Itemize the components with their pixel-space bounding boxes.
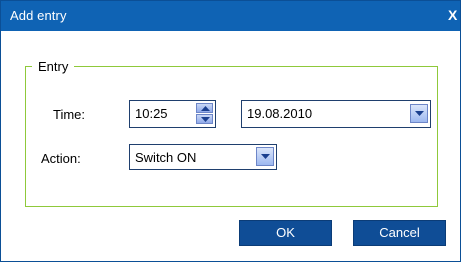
ok-button[interactable]: OK	[239, 220, 332, 246]
date-dropdown[interactable]: 19.08.2010	[241, 100, 431, 128]
spin-down-button[interactable]	[196, 114, 213, 124]
action-value[interactable]: Switch ON	[135, 150, 196, 165]
date-value[interactable]: 19.08.2010	[247, 106, 312, 121]
arrow-down-icon	[201, 117, 210, 122]
chevron-down-icon	[415, 111, 424, 116]
action-dropdown-button[interactable]	[256, 147, 274, 166]
close-icon[interactable]: X	[448, 6, 462, 24]
arrow-up-icon	[201, 106, 210, 111]
chevron-down-icon	[261, 154, 270, 159]
time-spinbox[interactable]: 10:25	[129, 100, 216, 128]
entry-group	[25, 66, 438, 207]
entry-group-legend: Entry	[32, 59, 75, 74]
dialog-title: Add entry	[10, 8, 67, 23]
time-label: Time:	[53, 107, 86, 122]
cancel-button[interactable]: Cancel	[353, 220, 446, 246]
time-spinner[interactable]	[196, 103, 213, 125]
add-entry-dialog: Add entry X Entry Time: 10:25 19.08.2010	[0, 0, 461, 262]
time-value[interactable]: 10:25	[135, 106, 168, 121]
date-dropdown-button[interactable]	[410, 104, 428, 123]
spin-up-button[interactable]	[196, 103, 213, 113]
title-bar[interactable]: Add entry X	[1, 1, 460, 31]
action-label: Action:	[41, 151, 81, 166]
action-dropdown[interactable]: Switch ON	[129, 144, 277, 170]
dialog-content: Entry Time: 10:25 19.08.2010 Action: Swi…	[1, 31, 460, 261]
